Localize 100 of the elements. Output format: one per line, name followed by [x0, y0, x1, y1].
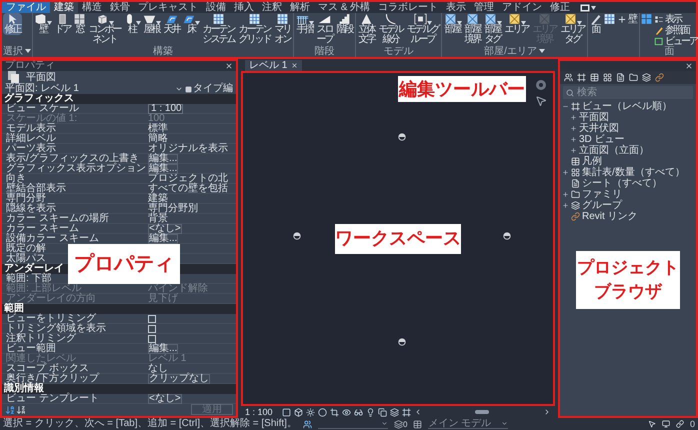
ribbon-tab[interactable]: 管理 [470, 2, 498, 13]
cube-icon[interactable] [294, 408, 303, 416]
ribbon-button[interactable] [603, 13, 616, 25]
tree-item[interactable]: 凡例 [582, 156, 602, 166]
tree-item[interactable]: Revit リンク [582, 212, 638, 222]
ribbon-button[interactable]: 参照面 [654, 25, 698, 36]
expand-icon[interactable] [570, 114, 577, 121]
expand-icon[interactable] [570, 136, 577, 143]
ribbon-button[interactable]: 床 [182, 13, 200, 35]
ribbon-button[interactable]: 立体文字 [357, 13, 376, 45]
ribbon-button[interactable]: エリアタグ [559, 13, 586, 45]
folder-icon[interactable] [629, 73, 638, 82]
panel-label[interactable]: 選択 [3, 47, 31, 57]
crop-icon[interactable] [330, 408, 339, 416]
ribbon-button[interactable]: スロープ [315, 13, 334, 45]
ribbon-button[interactable]: 修正 [3, 13, 22, 35]
ribbon-button[interactable] [640, 13, 653, 25]
elevation-marker-icon[interactable] [398, 338, 406, 346]
document-icon[interactable] [616, 73, 625, 82]
link-icon[interactable] [676, 420, 684, 428]
edit-type-button[interactable]: タイプ編 [185, 84, 233, 94]
ribbon-tab[interactable]: 注釈 [258, 2, 286, 13]
value-button[interactable]: 編集... [148, 164, 178, 174]
panel-label[interactable]: 部屋/エリア [484, 47, 545, 57]
close-icon[interactable] [685, 62, 693, 70]
ribbon-button[interactable]: 屋根 [142, 13, 161, 35]
elevation-marker-icon[interactable] [503, 232, 512, 240]
value-field[interactable]: 1 : 100 [148, 104, 183, 114]
people-icon[interactable] [302, 420, 312, 428]
lightbulb-icon[interactable] [366, 408, 375, 416]
value-button[interactable]: 編集... [148, 344, 178, 354]
ribbon-tab[interactable]: 鉄骨 [106, 2, 134, 13]
ribbon-button[interactable]: 手摺 [295, 13, 314, 35]
sort-descending-icon[interactable] [16, 405, 26, 415]
link-icon[interactable] [655, 73, 664, 82]
ribbon-tab[interactable]: 挿入 [230, 2, 258, 13]
tree-item[interactable]: 天井伏図 [579, 124, 619, 134]
frame-icon[interactable] [402, 408, 411, 416]
ribbon-button[interactable]: 壁 [34, 13, 52, 35]
ribbon-tab[interactable]: コラボレート [374, 2, 442, 13]
ribbon-tab[interactable]: 表示 [442, 2, 470, 13]
checkbox[interactable] [148, 325, 156, 333]
scale-label[interactable]: 1 : 100 [245, 407, 273, 417]
chevron-down-icon[interactable] [175, 85, 183, 93]
elevation-marker-icon[interactable] [398, 132, 406, 141]
close-icon[interactable] [291, 62, 298, 69]
navigation-wheel-icon[interactable] [535, 79, 547, 91]
tree-item[interactable]: 3D ビュー [579, 134, 625, 144]
value-button[interactable]: <なし> [148, 224, 182, 234]
circle-icon[interactable] [318, 408, 327, 416]
square-icon[interactable] [282, 408, 291, 416]
ribbon-tab[interactable]: アドイン [498, 2, 546, 13]
chevron-right-icon[interactable] [543, 408, 551, 416]
ribbon-button[interactable]: コンポーネント [87, 13, 122, 45]
tree-item[interactable]: 立面図（立面） [579, 146, 649, 156]
ribbon-button[interactable]: カーテングリッド [237, 13, 272, 45]
ribbon-button[interactable]: モデルグループ [405, 13, 440, 45]
ribbon-button[interactable]: 階段 [335, 13, 354, 35]
ribbon-button[interactable]: 表示 [654, 14, 698, 25]
tree-item[interactable]: グループ [582, 200, 622, 210]
ribbon-button[interactable]: 窓 [73, 13, 86, 35]
glasses-icon[interactable] [354, 408, 363, 416]
filter-count[interactable]: 0 [690, 419, 695, 429]
section-header[interactable]: 識別情報 [4, 384, 44, 394]
ribbon-tab[interactable]: 建築 [50, 2, 78, 13]
expand-icon[interactable] [570, 147, 577, 154]
ribbon-tab[interactable]: プレキャスト [134, 2, 202, 13]
tree-item[interactable]: 集計表/数量（すべて） [582, 168, 685, 178]
checkbox[interactable] [148, 315, 156, 323]
ribbon-button[interactable]: 部屋タグ [483, 13, 502, 45]
ribbon-tab[interactable]: 解析 [286, 2, 314, 13]
expand-icon[interactable] [562, 191, 569, 198]
expand-icon[interactable] [562, 202, 569, 209]
ribbon-button[interactable]: 部屋 [443, 13, 462, 35]
ribbon-tab[interactable]: マス & 外構 [314, 2, 374, 13]
ribbon-button[interactable]: ドア [53, 13, 72, 35]
tree-item[interactable]: ビュー（レベル順） [582, 102, 672, 112]
eye-icon[interactable] [342, 408, 351, 416]
layers-icon[interactable] [394, 420, 403, 428]
tree-item[interactable]: ファミリ [582, 190, 622, 200]
ribbon-button[interactable]: マリオン [273, 13, 292, 45]
section-header[interactable]: グラフィックス [4, 94, 74, 104]
model-dropdown[interactable]: メイン モデル [428, 419, 508, 429]
sun-icon[interactable] [306, 408, 315, 416]
close-icon[interactable] [225, 62, 233, 70]
tree-item[interactable]: 平面図 [579, 112, 609, 122]
ribbon-button[interactable]: 壁 [617, 14, 638, 25]
display-icon[interactable] [580, 4, 590, 12]
ribbon-button[interactable]: カーテンシステム [201, 13, 236, 45]
value-button[interactable]: 編集... [148, 234, 178, 244]
elevation-marker-icon[interactable] [292, 232, 301, 240]
ribbon-button[interactable]: エリア [503, 13, 530, 35]
value-button[interactable]: 編集... [148, 154, 178, 164]
people-icon[interactable] [564, 73, 573, 82]
ribbon-button[interactable]: モデル線分 [377, 13, 404, 45]
ribbon-tab[interactable]: 修正 [546, 2, 574, 13]
monitor-icon[interactable] [662, 420, 670, 428]
checkbox[interactable] [148, 335, 156, 343]
value-button[interactable]: クリップなし [148, 374, 210, 384]
collapse-icon[interactable] [562, 103, 569, 110]
